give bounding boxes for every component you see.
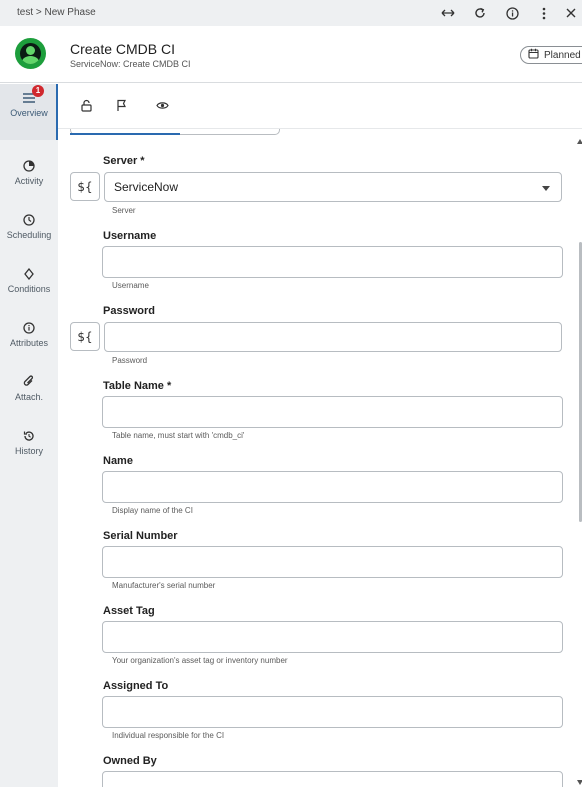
table-name-helper: Table name, must start with 'cmdb_ci' <box>112 431 245 440</box>
variable-toggle-button[interactable]: ${ <box>70 322 100 351</box>
sidebar-item-attachments[interactable]: Attach. <box>0 370 58 422</box>
notification-badge: 1 <box>32 85 44 97</box>
sidebar-item-label: History <box>14 446 43 456</box>
scroll-up-arrow-icon[interactable] <box>577 139 582 144</box>
server-label: Server * <box>103 155 145 167</box>
name-input[interactable] <box>102 471 563 503</box>
sidebar-item-label: Overview <box>10 108 48 118</box>
refresh-icon[interactable] <box>464 2 496 24</box>
owned-by-input[interactable] <box>102 771 563 787</box>
info-icon <box>23 322 35 336</box>
username-label: Username <box>103 230 157 242</box>
variable-toggle-button[interactable]: ${ <box>70 172 100 201</box>
pie-icon <box>23 160 35 174</box>
server-select-value: ServiceNow <box>114 180 179 194</box>
sidebar-item-history[interactable]: History <box>0 424 58 476</box>
name-label: Name <box>103 455 133 467</box>
owned-by-label: Owned By <box>103 755 157 767</box>
more-vertical-icon[interactable] <box>528 2 560 24</box>
password-input[interactable] <box>104 322 562 352</box>
sidebar-item-label: Attributes <box>9 338 49 348</box>
name-helper: Display name of the CI <box>112 506 193 515</box>
assigned-to-helper: Individual responsible for the CI <box>112 731 225 740</box>
serial-number-input[interactable] <box>102 546 563 578</box>
calendar-icon <box>528 48 539 62</box>
sidebar-item-scheduling[interactable]: Scheduling <box>0 208 58 260</box>
asset-tag-label: Asset Tag <box>103 605 155 617</box>
password-helper: Password <box>112 356 148 365</box>
form-toolbar <box>58 84 582 129</box>
sidebar-item-overview[interactable]: 1 Overview <box>0 84 58 140</box>
password-label: Password <box>103 305 155 317</box>
tab-bar[interactable] <box>70 129 280 135</box>
lock-icon[interactable] <box>75 95 97 115</box>
assigned-to-input[interactable] <box>102 696 563 728</box>
page-title: Create CMDB CI <box>70 41 176 57</box>
clock-icon <box>23 214 35 228</box>
sidebar-item-conditions[interactable]: Conditions <box>0 262 58 314</box>
assigned-to-label: Assigned To <box>103 680 169 692</box>
server-helper: Server <box>112 206 136 215</box>
eye-icon[interactable] <box>151 95 173 115</box>
sidebar-item-label: Conditions <box>7 284 51 294</box>
username-helper: Username <box>112 281 149 290</box>
side-navigation: 1 Overview Activity Scheduling Condition… <box>0 84 58 787</box>
sidebar-item-attributes[interactable]: Attributes <box>0 316 58 368</box>
flag-icon[interactable] <box>110 95 132 115</box>
chevron-down-icon <box>542 186 550 191</box>
asset-tag-helper: Your organization's asset tag or invento… <box>112 656 288 665</box>
server-select[interactable]: ServiceNow <box>104 172 562 202</box>
servicenow-logo-icon <box>15 38 46 69</box>
status-badge[interactable]: Planned <box>520 46 582 64</box>
task-header: Create CMDB CI ServiceNow: Create CMDB C… <box>0 26 582 83</box>
paperclip-icon <box>23 375 35 390</box>
status-label: Planned <box>544 49 581 61</box>
expand-horizontal-icon[interactable] <box>432 2 464 24</box>
serial-number-label: Serial Number <box>103 530 178 542</box>
table-name-label: Table Name * <box>103 380 172 392</box>
table-name-input[interactable] <box>102 396 563 428</box>
serial-number-helper: Manufacturer's serial number <box>112 581 216 590</box>
sidebar-item-activity[interactable]: Activity <box>0 154 58 206</box>
close-icon[interactable] <box>560 2 582 24</box>
scroll-down-arrow-icon[interactable] <box>577 780 582 785</box>
diamond-icon <box>24 267 34 282</box>
info-icon[interactable] <box>496 2 528 24</box>
top-bar: test > New Phase <box>0 0 582 26</box>
sidebar-item-label: Attach. <box>14 392 43 402</box>
asset-tag-input[interactable] <box>102 621 563 653</box>
breadcrumb[interactable]: test > New Phase <box>17 7 96 18</box>
page-subtitle: ServiceNow: Create CMDB CI <box>70 59 191 69</box>
sidebar-item-label: Activity <box>14 176 44 186</box>
username-input[interactable] <box>102 246 563 278</box>
sidebar-item-label: Scheduling <box>6 230 52 240</box>
form-panel: Server * ${ ServiceNow Server Username U… <box>58 129 582 787</box>
history-icon <box>23 430 35 444</box>
